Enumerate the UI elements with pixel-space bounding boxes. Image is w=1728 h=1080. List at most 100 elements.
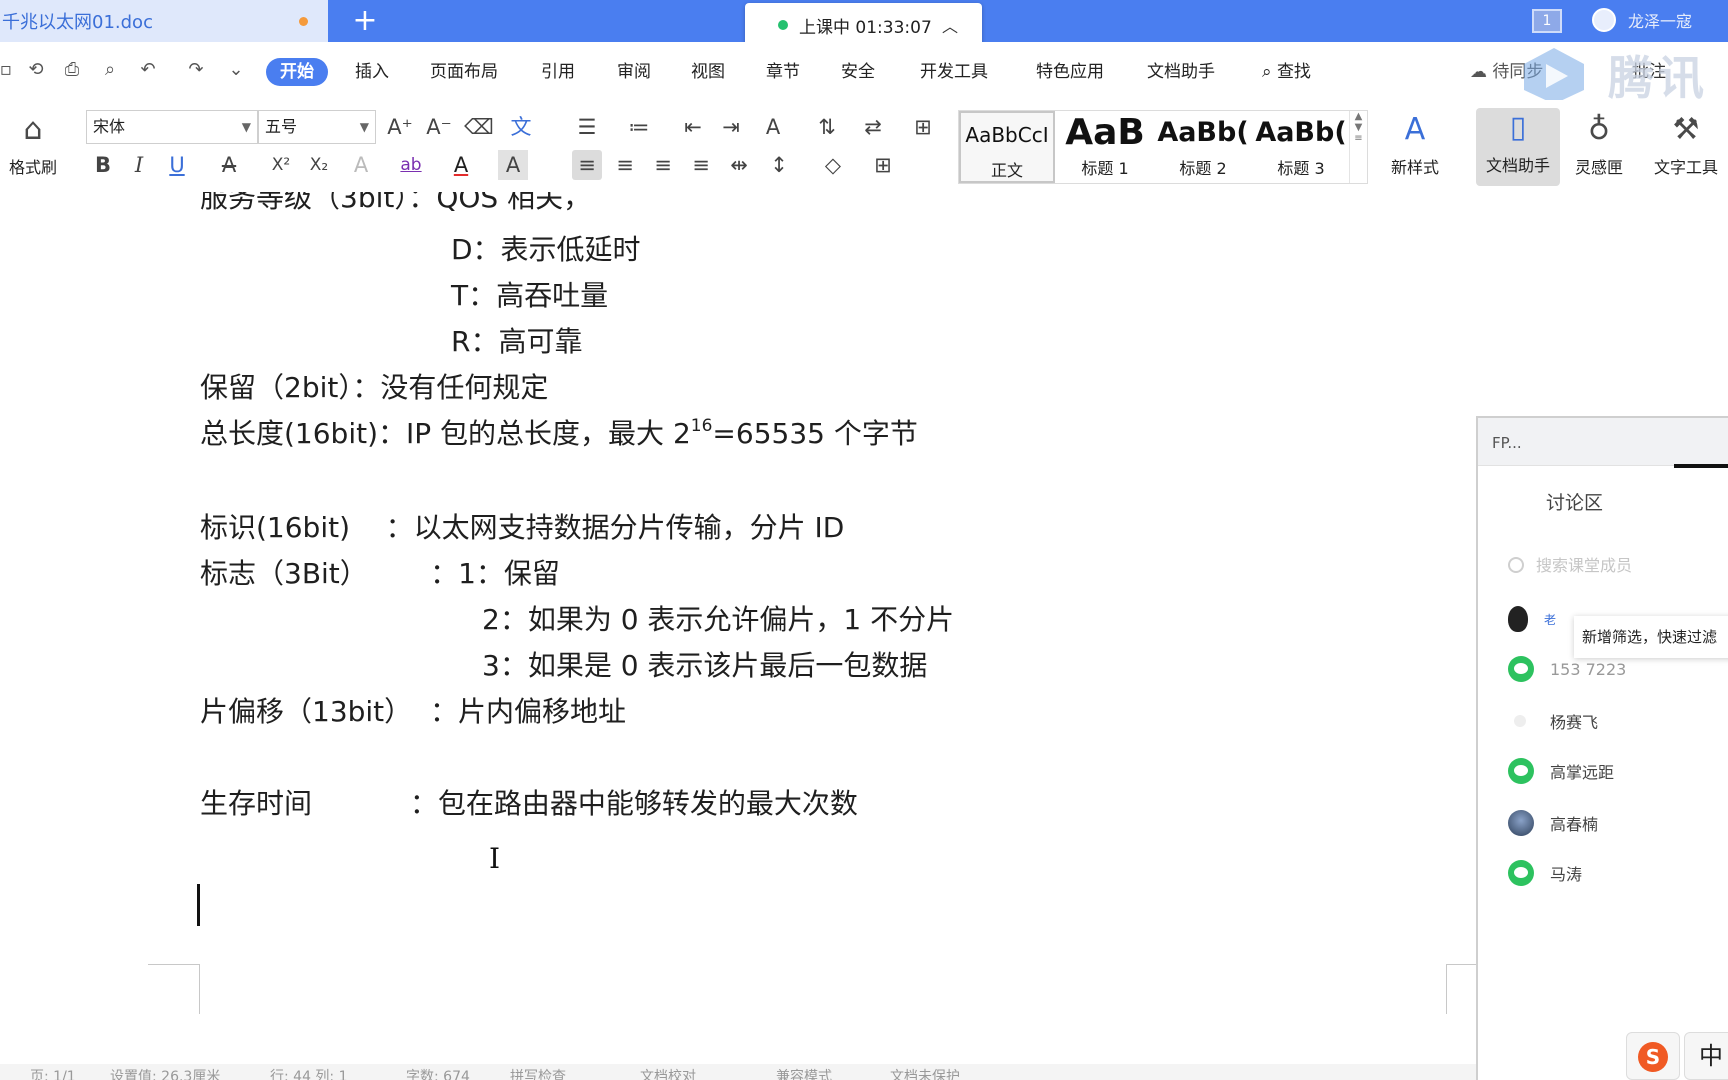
menu-chapter[interactable]: 章节 [766, 58, 800, 86]
class-status-pill[interactable]: 上课中 01:33:07 ︿ [745, 3, 982, 47]
file-menu-icon[interactable]: ▫ [0, 58, 18, 82]
font-color-button[interactable]: A [446, 150, 476, 180]
document-canvas[interactable]: 服务等级（3bit）：QOS 相关， D：表示低延时 T：高吞吐量 R：高可靠 … [0, 192, 1480, 1052]
shrink-font-button[interactable]: A⁻ [424, 112, 454, 142]
inspiration-button[interactable]: ♁ 灵感匣 [1564, 110, 1634, 178]
status-word-count[interactable]: 字数: 674 [406, 1066, 470, 1080]
superscript-button[interactable]: X² [266, 150, 296, 180]
comment-button[interactable]: 批注 [1632, 58, 1666, 86]
align-right-icon[interactable]: ≡ [648, 150, 678, 180]
pinyin-guide-button[interactable]: 文 [506, 112, 536, 142]
menu-doc-assistant[interactable]: 文档助手 [1147, 58, 1215, 86]
doc-line-reserved[interactable]: 保留（2bit）：没有任何规定 [200, 368, 548, 408]
user-account[interactable]: 龙泽一寇 [1592, 8, 1692, 32]
distributed-align-icon[interactable]: ⇹ [724, 150, 754, 180]
numbered-list-icon[interactable]: ≔ [624, 112, 654, 142]
align-center-icon[interactable]: ≡ [610, 150, 640, 180]
doc-line-fragment-offset[interactable]: 片偏移（13bit） ：片内偏移地址 [200, 692, 626, 732]
menu-insert[interactable]: 插入 [355, 58, 389, 86]
format-painter-button[interactable]: ⌂ 格式刷 [0, 110, 68, 178]
new-tab-button[interactable]: + [348, 4, 382, 38]
text-tools-button[interactable]: ⚒ 文字工具 [1644, 110, 1728, 178]
menu-page-layout[interactable]: 页面布局 [430, 58, 498, 86]
undo-icon[interactable]: ↶ [136, 58, 160, 82]
menu-security[interactable]: 安全 [841, 58, 875, 86]
doc-helper-button[interactable]: ▯ 文档助手 [1476, 108, 1560, 186]
table-grid-icon[interactable]: ⊞ [908, 112, 938, 142]
menu-developer-tools[interactable]: 开发工具 [920, 58, 988, 86]
status-page[interactable]: 页: 1/1 [30, 1066, 76, 1080]
chinese-layout-icon[interactable]: A [758, 112, 788, 142]
sync-status[interactable]: ☁ 待同步 [1470, 58, 1543, 86]
user-avatar[interactable] [1592, 8, 1616, 32]
menu-references[interactable]: 引用 [541, 58, 575, 86]
status-compat-mode[interactable]: 兼容模式 [776, 1066, 832, 1080]
doc-line-identification[interactable]: 标识(16bit) ：以太网支持数据分片传输，分片 ID [200, 508, 844, 548]
char-shading-button[interactable]: A [498, 150, 528, 180]
justify-icon[interactable]: ≡ [686, 150, 716, 180]
style-heading-2[interactable]: AaBb( 标题 2 [1155, 111, 1251, 183]
sort-icon[interactable]: ⇅ [812, 112, 842, 142]
user-name[interactable]: 龙泽一寇 [1628, 8, 1692, 32]
italic-button[interactable]: I [124, 150, 154, 180]
member-search-input[interactable]: 搜索课堂成员 [1508, 552, 1632, 576]
style-gallery-scroll[interactable]: ▲ ▼ ≡ [1349, 111, 1367, 183]
doc-line-service-level[interactable]: 服务等级（3bit）：QOS 相关， [200, 192, 591, 218]
style-heading-3[interactable]: AaBb( 标题 3 [1253, 111, 1349, 183]
show-marks-icon[interactable]: ⇄ [858, 112, 888, 142]
style-normal[interactable]: AaBbCcI 正文 [959, 111, 1055, 183]
doc-line-total-length[interactable]: 总长度(16bit)：IP 包的总长度，最大 216=65535 个字节 [200, 414, 918, 454]
status-line-col[interactable]: 行: 44 列: 1 [270, 1066, 348, 1080]
strikethrough-button[interactable]: A [214, 150, 244, 180]
increase-indent-icon[interactable]: ⇥ [716, 112, 746, 142]
bold-button[interactable]: B [88, 150, 118, 180]
text-effect-button[interactable]: A [346, 150, 376, 180]
doc-line-flag-2[interactable]: 2：如果为 0 表示允许偏片，1 不分片 [482, 600, 954, 640]
bullet-list-icon[interactable]: ☰ [572, 112, 602, 142]
doc-line-ttl[interactable]: 生存时间 ：包在路由器中能够转发的最大次数 [200, 784, 858, 824]
underline-button[interactable]: U [162, 150, 192, 180]
style-heading-1[interactable]: AaB 标题 1 [1057, 111, 1153, 183]
status-protection[interactable]: 文档未保护 [890, 1066, 960, 1080]
redo-icon[interactable]: ↷ [184, 58, 208, 82]
doc-line-t-throughput[interactable]: T：高吞吐量 [451, 276, 608, 316]
decrease-indent-icon[interactable]: ⇤ [678, 112, 708, 142]
member-item[interactable]: 马涛 [1508, 858, 1582, 888]
highlight-button[interactable]: ab [396, 150, 426, 180]
print-icon[interactable]: ⎙ [60, 58, 84, 82]
status-spell-check[interactable]: 拼写检查 [510, 1066, 566, 1080]
member-item[interactable]: 杨赛飞 [1508, 706, 1598, 736]
member-item[interactable]: 高掌远距 [1508, 756, 1614, 786]
new-style-button[interactable]: A 新样式 [1380, 110, 1450, 178]
menu-home[interactable]: 开始 [266, 58, 328, 86]
menu-view[interactable]: 视图 [691, 58, 725, 86]
window-count-badge[interactable]: 1 [1532, 9, 1562, 33]
menu-review[interactable]: 审阅 [617, 58, 651, 86]
doc-line-r-reliability[interactable]: R：高可靠 [451, 322, 582, 362]
sogou-ime-button[interactable]: S [1626, 1032, 1680, 1080]
status-proofread[interactable]: 文档校对 [640, 1066, 696, 1080]
status-position[interactable]: 设置值: 26.3厘米 [110, 1066, 220, 1080]
font-name-select[interactable]: 宋体 ▼ [86, 110, 258, 144]
doc-line-d-low-latency[interactable]: D：表示低延时 [451, 230, 641, 270]
menu-special-apps[interactable]: 特色应用 [1036, 58, 1104, 86]
save-icon[interactable]: ⟲ [24, 58, 48, 82]
borders-icon[interactable]: ⊞ [868, 150, 898, 180]
document-tab[interactable]: 千兆以太网01.doc [0, 0, 328, 42]
customize-dropdown-icon[interactable]: ⌄ [224, 58, 248, 82]
chevron-up-icon[interactable]: ︿ [942, 13, 958, 37]
tab-discussion[interactable]: 讨论区 [1546, 488, 1603, 515]
ime-language-toggle[interactable]: 中 [1684, 1032, 1728, 1080]
print-preview-icon[interactable]: ⌕ [98, 58, 122, 82]
font-size-select[interactable]: 五号 ▼ [258, 110, 376, 144]
subscript-button[interactable]: X₂ [304, 150, 334, 180]
member-item[interactable]: 老 [1508, 604, 1556, 634]
doc-line-flag-3[interactable]: 3：如果是 0 表示该片最后一包数据 [482, 646, 927, 686]
doc-line-flags[interactable]: 标志（3Bit） ：1：保留 [200, 554, 560, 594]
line-spacing-icon[interactable]: ↕ [764, 150, 794, 180]
document-tab-title[interactable]: 千兆以太网01.doc [2, 8, 153, 34]
member-item[interactable]: 153 7223 [1508, 654, 1626, 684]
align-left-icon[interactable]: ≡ [572, 150, 602, 180]
find-button[interactable]: ⌕ 查找 [1262, 58, 1311, 86]
shading-icon[interactable]: ◇ [818, 150, 848, 180]
